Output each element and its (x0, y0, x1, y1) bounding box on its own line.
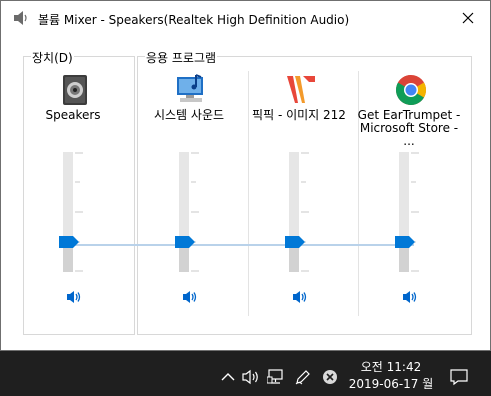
channel-label: 픽픽 - 이미지 212 (252, 108, 346, 122)
picpick-icon (284, 73, 318, 107)
close-button[interactable] (455, 5, 481, 31)
channel-label: Get EarTrumpet - Microsoft Store - ... (357, 108, 461, 148)
notification-icon (450, 369, 468, 386)
volume-mixer-window: 볼륨 Mixer - Speakers(Realtek High Definit… (0, 0, 491, 351)
volume-slider-chrome[interactable] (395, 152, 423, 272)
channel-label: Speakers (45, 108, 101, 122)
apps-group-label: 응용 프로그램 (145, 49, 218, 66)
channel-label: 시스템 사운드 (153, 108, 225, 122)
slider-thumb[interactable] (175, 236, 195, 248)
mute-button-system-sounds[interactable] (182, 289, 198, 305)
chevron-up-icon (221, 373, 235, 381)
speaker-icon (13, 11, 29, 25)
slider-ticks (411, 152, 419, 272)
app-tray-button[interactable] (321, 368, 339, 386)
volume-slider-system-sounds[interactable] (175, 152, 203, 272)
pen-tray-button[interactable] (294, 368, 312, 386)
system-sounds-icon (174, 73, 208, 107)
action-center-button[interactable] (449, 368, 469, 386)
chrome-icon (394, 73, 428, 107)
network-tray-button[interactable] (267, 368, 285, 386)
mute-button-speakers[interactable] (66, 289, 82, 305)
taskbar-clock[interactable]: 오전 11:42 2019-06-17 월 (344, 359, 438, 393)
window-title: 볼륨 Mixer - Speakers(Realtek High Definit… (38, 13, 350, 27)
volume-link-line (69, 244, 414, 246)
slider-ticks (301, 152, 309, 272)
network-icon (267, 369, 283, 384)
slider-ticks (75, 152, 83, 272)
show-hidden-icons-button[interactable] (219, 368, 237, 386)
close-circle-icon (323, 370, 337, 384)
speaker-device-icon (58, 73, 92, 107)
title-bar: 볼륨 Mixer - Speakers(Realtek High Definit… (1, 1, 490, 35)
volume-icon (242, 369, 258, 385)
mute-button-chrome[interactable] (402, 289, 418, 305)
volume-tray-button[interactable] (242, 368, 260, 386)
separator (248, 71, 249, 316)
volume-slider-picpick[interactable] (285, 152, 313, 272)
slider-thumb[interactable] (59, 236, 79, 248)
volume-slider-speakers[interactable] (59, 152, 87, 272)
clock-date: 2019-06-17 월 (348, 377, 434, 391)
slider-thumb[interactable] (395, 236, 415, 248)
pen-icon (295, 370, 310, 385)
clock-time: 오전 11:42 (360, 360, 422, 374)
volume-icon (183, 291, 197, 303)
device-group-label: 장치(D) (31, 49, 74, 66)
taskbar: 오전 11:42 2019-06-17 월 (0, 357, 491, 396)
mute-button-picpick[interactable] (292, 289, 308, 305)
volume-icon (67, 291, 81, 303)
slider-ticks (191, 152, 199, 272)
volume-icon (293, 291, 307, 303)
volume-icon (403, 291, 417, 303)
close-icon (462, 12, 474, 24)
slider-thumb[interactable] (285, 236, 305, 248)
